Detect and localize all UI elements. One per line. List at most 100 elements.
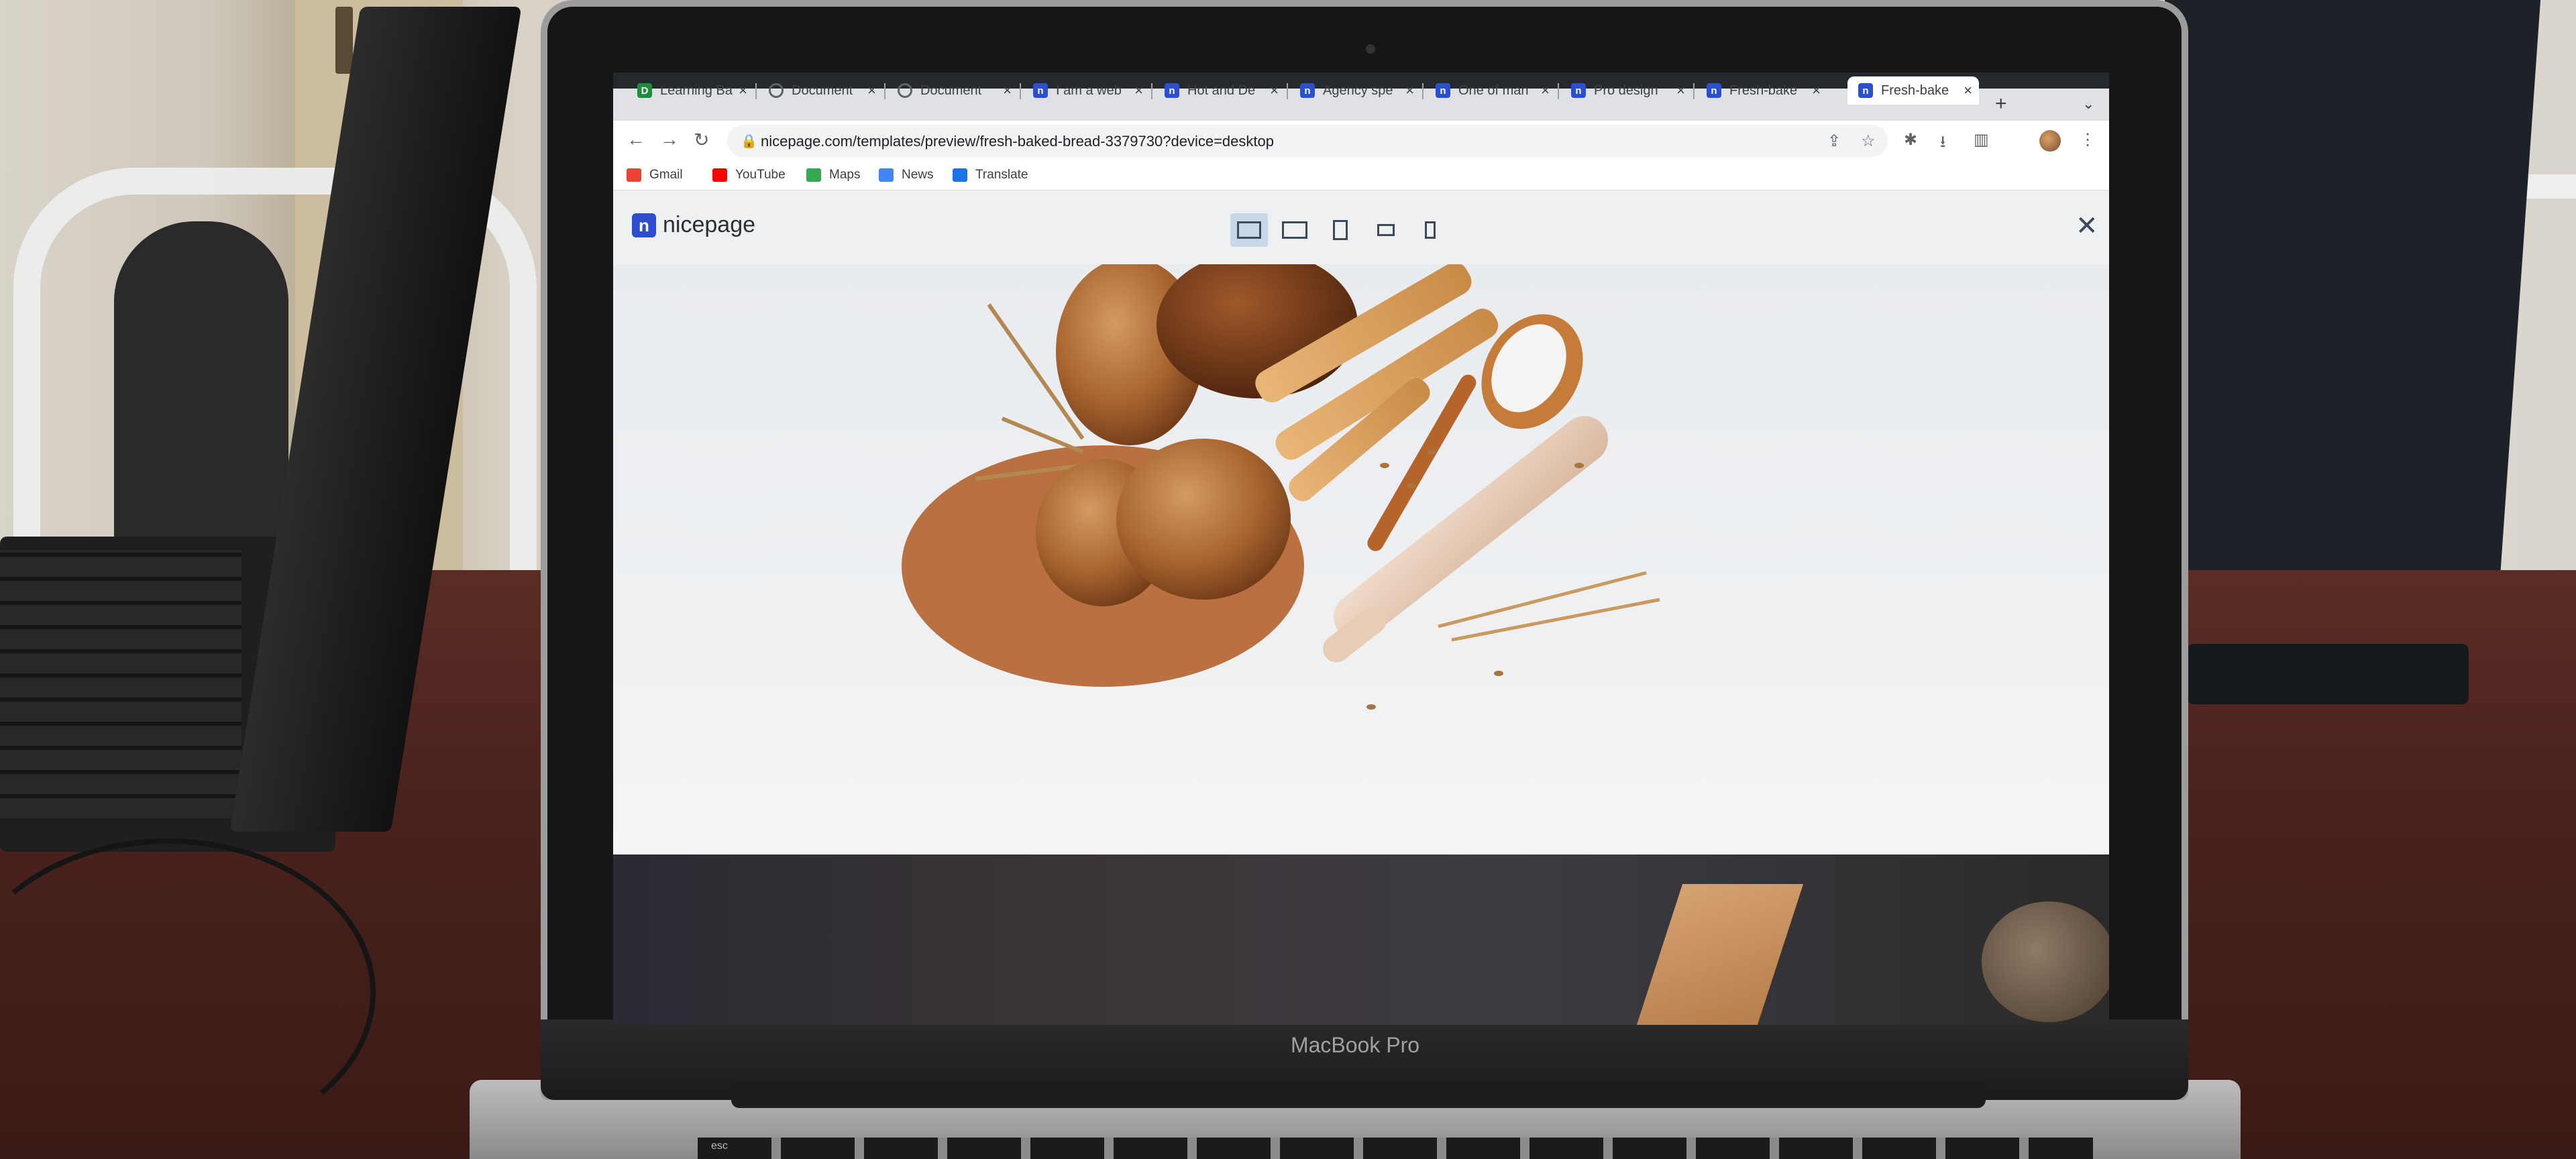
laptop-icon [1282,221,1307,239]
tab-5[interactable]: n Hot and De × [1154,76,1285,105]
tab-1[interactable]: D Learning Ba × [627,76,754,105]
browser-window: D Learning Ba × Document × Document × n … [613,72,2109,1025]
tab-label: Document [920,82,982,98]
desktop-icon [1237,221,1261,239]
youtube-icon [712,168,727,182]
lock-icon[interactable]: 🔒 [741,133,757,150]
bookmark-translate[interactable]: Translate [953,168,1028,182]
close-icon[interactable]: × [867,82,876,99]
close-preview-icon[interactable]: ✕ [2076,211,2098,241]
close-icon[interactable]: × [1676,82,1685,99]
nicepage-favicon-icon: n [1571,83,1586,98]
tab-label: Fresh-bake [1881,82,1949,98]
left-laptop-keyboard [0,550,241,818]
tab-label: I am a web [1056,82,1122,98]
bookmark-star-icon[interactable]: ☆ [1861,131,1876,151]
phone-landscape-icon [1377,224,1395,236]
door-latch [335,7,353,74]
forward-icon[interactable]: → [660,129,679,150]
bread-illustration [902,264,1660,710]
camera [1366,44,1375,54]
macbook-keys [698,1138,2093,1159]
share-icon[interactable]: ⇪ [1827,131,1841,151]
nicepage-favicon-icon: n [1707,83,1721,98]
tab-9[interactable]: n Fresh-bake × [1696,76,1827,105]
chair-shadow [114,221,288,584]
macbook-hinge [731,1081,1986,1108]
tab-8[interactable]: n Pro design × [1560,76,1692,105]
globe-icon [769,83,784,98]
nicepage-favicon-icon: n [1300,83,1315,98]
tab-2[interactable]: Document × [758,76,883,105]
globe-icon [898,83,912,98]
close-icon[interactable]: × [1270,82,1279,99]
nicepage-favicon-icon: n [1165,83,1179,98]
tab-3[interactable]: Document × [887,76,1018,105]
tablet-icon [1333,220,1348,240]
tab-label: Fresh-bake [1729,82,1798,98]
tab-label: Learning Ba [660,82,733,98]
document-favicon-icon: D [637,83,652,98]
device-phone-landscape-button[interactable] [1367,213,1405,247]
template-second-section [613,854,2109,1025]
bookmark-gmail[interactable]: Gmail [627,168,683,182]
bookmark-label: Translate [975,168,1028,182]
tab-7[interactable]: n One of man × [1425,76,1556,105]
tab-6[interactable]: n Agency spe × [1289,76,1421,105]
device-desktop-button[interactable] [1230,213,1268,247]
close-icon[interactable]: × [1812,82,1821,99]
url-text: nicepage.com/templates/preview/fresh-bak… [761,133,1274,150]
tab-label: Document [792,82,853,98]
nicepage-logo-text: nicepage [663,212,756,237]
esc-key-label: esc [711,1140,728,1152]
bookmark-news[interactable]: News [879,168,934,182]
tab-10-active[interactable]: n Fresh-bake × [1847,76,1979,105]
nicepage-preview-header: n nicepage ✕ [613,190,2109,264]
new-tab-icon[interactable]: + [1995,93,2007,115]
close-icon[interactable]: × [1134,82,1143,99]
tab-label: Pro design [1594,82,1658,98]
phone-icon [1425,221,1436,239]
device-tablet-button[interactable] [1322,213,1359,247]
bookmark-label: News [902,168,934,182]
close-icon[interactable]: × [739,82,747,99]
back-icon[interactable]: ← [627,129,645,150]
close-icon[interactable]: × [1964,82,1972,99]
close-icon[interactable]: × [1405,82,1414,99]
nicepage-favicon-icon: n [1858,83,1873,98]
bookmark-maps[interactable]: Maps [806,168,860,182]
close-icon[interactable]: × [1541,82,1550,99]
bookmarks-bar: Gmail YouTube Maps News Translate [613,161,2109,190]
gmail-icon [627,168,641,182]
rye-loaf [1982,901,2109,1022]
menu-kebab-icon[interactable]: ⋮ [2080,130,2096,150]
reload-icon[interactable]: ↻ [694,129,709,151]
nicepage-favicon-icon: n [1033,83,1048,98]
tab-label: One of man [1458,82,1529,98]
monitor-stand [2187,644,2469,704]
device-phone-button[interactable] [1411,213,1449,247]
nicepage-logo-icon: n [632,213,656,237]
template-hero-image [613,264,2109,854]
tab-search-chevron-icon[interactable]: ⌄ [2082,95,2094,113]
nicepage-favicon-icon: n [1436,83,1450,98]
address-bar[interactable]: 🔒 nicepage.com/templates/preview/fresh-b… [727,125,1888,157]
news-icon [879,168,894,182]
tab-label: Agency spe [1323,82,1393,98]
bookmark-label: Maps [829,168,861,182]
device-laptop-button[interactable] [1276,213,1313,247]
nicepage-logo[interactable]: n nicepage [632,212,755,238]
browser-toolbar: ← → ↻ 🔒 nicepage.com/templates/preview/f… [613,121,2109,161]
side-panel-icon[interactable]: ▥ [1974,130,1989,150]
maps-icon [806,168,821,182]
close-icon[interactable]: × [1003,82,1012,99]
bookmark-youtube[interactable]: YouTube [712,168,786,182]
tab-4[interactable]: n I am a web × [1022,76,1150,105]
bookmark-label: Gmail [649,168,683,182]
download-icon[interactable]: ⭳ [1940,130,1945,158]
extensions-icon[interactable]: ✱ [1904,130,1917,150]
macbook-label: MacBook Pro [1290,1033,1420,1057]
profile-avatar[interactable] [2039,130,2061,152]
tab-label: Hot and De [1187,82,1256,98]
translate-icon [953,168,967,182]
